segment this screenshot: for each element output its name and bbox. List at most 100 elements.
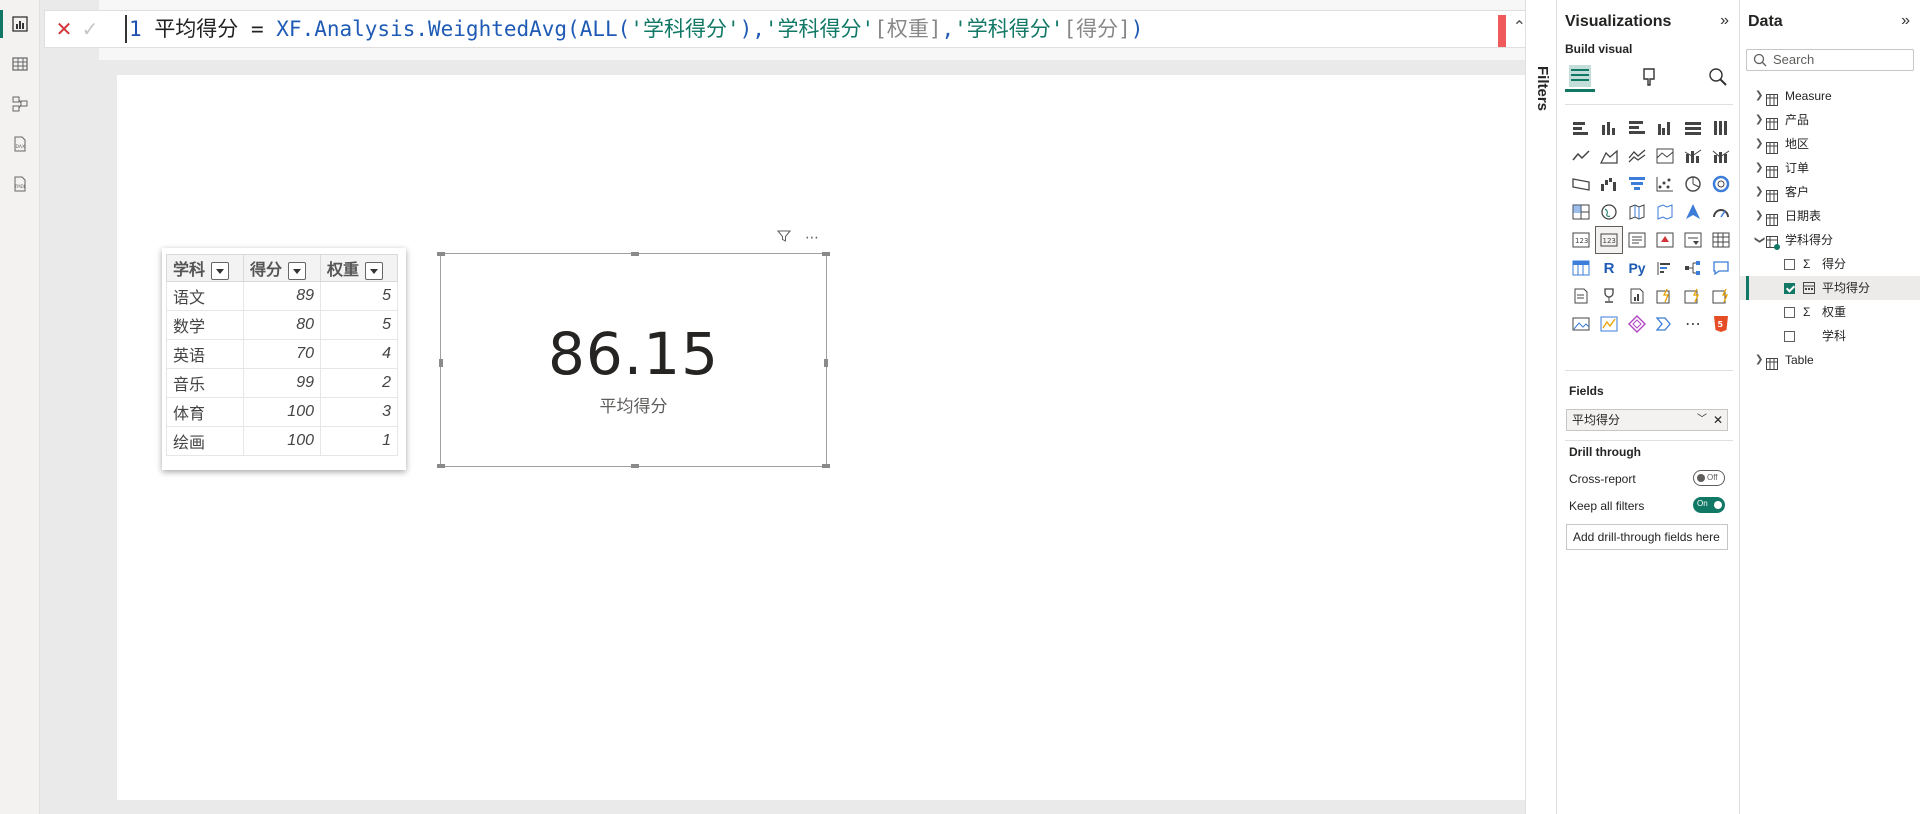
ribbon-chart-icon[interactable]	[1567, 170, 1595, 198]
matrix-icon[interactable]	[1567, 254, 1595, 282]
treemap-icon[interactable]	[1567, 198, 1595, 226]
model-view-icon[interactable]	[0, 84, 40, 124]
scatter-chart-icon[interactable]	[1651, 170, 1679, 198]
diamond-visual-icon[interactable]	[1623, 310, 1651, 338]
filled-map-icon[interactable]	[1623, 198, 1651, 226]
tree-field[interactable]: 学科	[1740, 324, 1920, 348]
cross-report-toggle[interactable]: Off	[1693, 470, 1725, 486]
key-influencers-icon[interactable]	[1651, 254, 1679, 282]
stacked-area-chart-icon[interactable]	[1623, 142, 1651, 170]
collapse-formula-icon[interactable]: ⌃	[1513, 17, 1526, 37]
line-stacked-column-chart-icon[interactable]	[1679, 142, 1707, 170]
tree-field-selected[interactable]: 平均得分	[1740, 276, 1920, 300]
resize-handle[interactable]	[822, 464, 830, 468]
field-checkbox[interactable]	[1784, 331, 1795, 342]
area-chart-icon[interactable]	[1595, 142, 1623, 170]
tree-table[interactable]: ❯ 产品	[1740, 108, 1920, 132]
r-visual-icon[interactable]: R	[1595, 254, 1623, 282]
tree-field[interactable]: Σ 得分	[1740, 252, 1920, 276]
line-chart-icon[interactable]	[1567, 142, 1595, 170]
python-visual-icon[interactable]: Py	[1623, 254, 1651, 282]
100-stacked-bar-chart-icon[interactable]	[1679, 114, 1707, 142]
kpi-icon[interactable]	[1651, 226, 1679, 254]
chevron-right-icon[interactable]: ❯	[1755, 84, 1763, 108]
power-automate-icon[interactable]	[1679, 282, 1707, 310]
waterfall-chart-icon[interactable]	[1595, 170, 1623, 198]
chevron-right-icon[interactable]: ❯	[1755, 348, 1763, 372]
dropdown-icon[interactable]	[365, 261, 384, 280]
chevron-right-icon[interactable]: ❯	[1755, 156, 1763, 180]
tree-table-measure[interactable]: ❯ Measure	[1740, 84, 1920, 108]
metrics-icon[interactable]	[1595, 282, 1623, 310]
power-apps-icon[interactable]	[1651, 282, 1679, 310]
table-visual[interactable]: 学科 得分 权重 语文 89 5 数学 80 5 英语 70 4 音乐 99 2 体育 100 3 …	[162, 248, 406, 470]
line-clustered-column-chart-icon[interactable]	[1707, 142, 1735, 170]
clustered-bar-chart-icon[interactable]	[1623, 114, 1651, 142]
column-header[interactable]: 学科	[166, 254, 244, 282]
keep-filters-toggle[interactable]: On	[1693, 497, 1725, 513]
paginated-report-icon[interactable]	[1623, 282, 1651, 310]
chevron-right-icon[interactable]: ❯	[1755, 108, 1763, 132]
chevron-down-icon[interactable]: ﹀	[1697, 410, 1707, 430]
gauge-icon[interactable]	[1707, 198, 1735, 226]
html5-visual-icon[interactable]: 5	[1707, 310, 1735, 338]
table-view-icon[interactable]	[0, 44, 40, 84]
clustered-column-chart-icon[interactable]	[1651, 114, 1679, 142]
tree-table[interactable]: ❯ 地区	[1740, 132, 1920, 156]
pie-chart-icon[interactable]	[1679, 170, 1707, 198]
chevron-right-icon[interactable]: ❯	[1755, 180, 1763, 204]
decomposition-tree-icon[interactable]	[1679, 254, 1707, 282]
shape-map-icon[interactable]	[1651, 198, 1679, 226]
commit-formula-icon[interactable]: ✓	[77, 16, 103, 42]
resize-handle[interactable]	[631, 464, 639, 468]
tmdl-view-icon[interactable]: TMDL	[0, 164, 40, 204]
more-options-icon[interactable]: ⋯	[805, 229, 819, 246]
field-checkbox[interactable]	[1784, 307, 1795, 318]
image-visual-icon[interactable]	[1567, 310, 1595, 338]
add-drill-through-field[interactable]: Add drill-through fields here	[1566, 524, 1728, 550]
more-visuals-icon[interactable]: ⋯	[1679, 310, 1707, 338]
card-icon[interactable]: 123	[1595, 226, 1623, 254]
dax-query-view-icon[interactable]: DAX	[0, 124, 40, 164]
resize-handle[interactable]	[822, 252, 830, 256]
analytics-tab-icon[interactable]	[1703, 62, 1733, 92]
field-checkbox[interactable]	[1784, 283, 1795, 294]
funnel-chart-icon[interactable]	[1623, 170, 1651, 198]
column-header[interactable]: 得分	[243, 254, 321, 282]
azure-map-icon[interactable]	[1679, 198, 1707, 226]
remove-field-icon[interactable]: ✕	[1713, 410, 1723, 430]
collapse-pane-icon[interactable]: »	[1720, 12, 1729, 30]
multi-row-card-icon[interactable]	[1623, 226, 1651, 254]
tree-table-expanded[interactable]: ❯ 学科得分	[1740, 228, 1920, 252]
build-visual-tab-icon[interactable]	[1565, 62, 1595, 92]
resize-handle[interactable]	[631, 252, 639, 256]
map-icon[interactable]	[1595, 198, 1623, 226]
tree-table[interactable]: ❯ 日期表	[1740, 204, 1920, 228]
stacked-column-chart-icon[interactable]	[1595, 114, 1623, 142]
chevron-visual-icon[interactable]	[1651, 310, 1679, 338]
chevron-right-icon[interactable]: ❯	[1755, 132, 1763, 156]
tree-table[interactable]: ❯ 订单	[1740, 156, 1920, 180]
dropdown-icon[interactable]	[288, 261, 307, 280]
tree-table[interactable]: ❯ 客户	[1740, 180, 1920, 204]
qa-icon[interactable]	[1707, 254, 1735, 282]
formula-editor[interactable]: 1 平均得分 = XF.Analysis.WeightedAvg(ALL('学科…	[125, 15, 1143, 43]
cancel-formula-icon[interactable]: ✕	[51, 16, 77, 42]
smart-narrative-icon[interactable]	[1567, 282, 1595, 310]
report-view-icon[interactable]	[0, 4, 40, 44]
column-header[interactable]: 权重	[320, 254, 398, 282]
filter-icon[interactable]	[776, 229, 792, 246]
format-visual-tab-icon[interactable]	[1634, 62, 1664, 92]
tree-table[interactable]: ❯ Table	[1740, 348, 1920, 372]
table-visual-icon[interactable]	[1707, 226, 1735, 254]
pbi-custom-visual-icon[interactable]	[1595, 310, 1623, 338]
100-stacked-area-chart-icon[interactable]	[1651, 142, 1679, 170]
collapse-data-pane-icon[interactable]: »	[1901, 12, 1910, 30]
chevron-right-icon[interactable]: ❯	[1755, 204, 1763, 228]
100-stacked-column-chart-icon[interactable]	[1707, 114, 1735, 142]
slicer-icon[interactable]	[1679, 226, 1707, 254]
tree-field[interactable]: Σ 权重	[1740, 300, 1920, 324]
dropdown-icon[interactable]	[211, 261, 230, 280]
resize-handle[interactable]	[437, 464, 445, 468]
field-checkbox[interactable]	[1784, 259, 1795, 270]
